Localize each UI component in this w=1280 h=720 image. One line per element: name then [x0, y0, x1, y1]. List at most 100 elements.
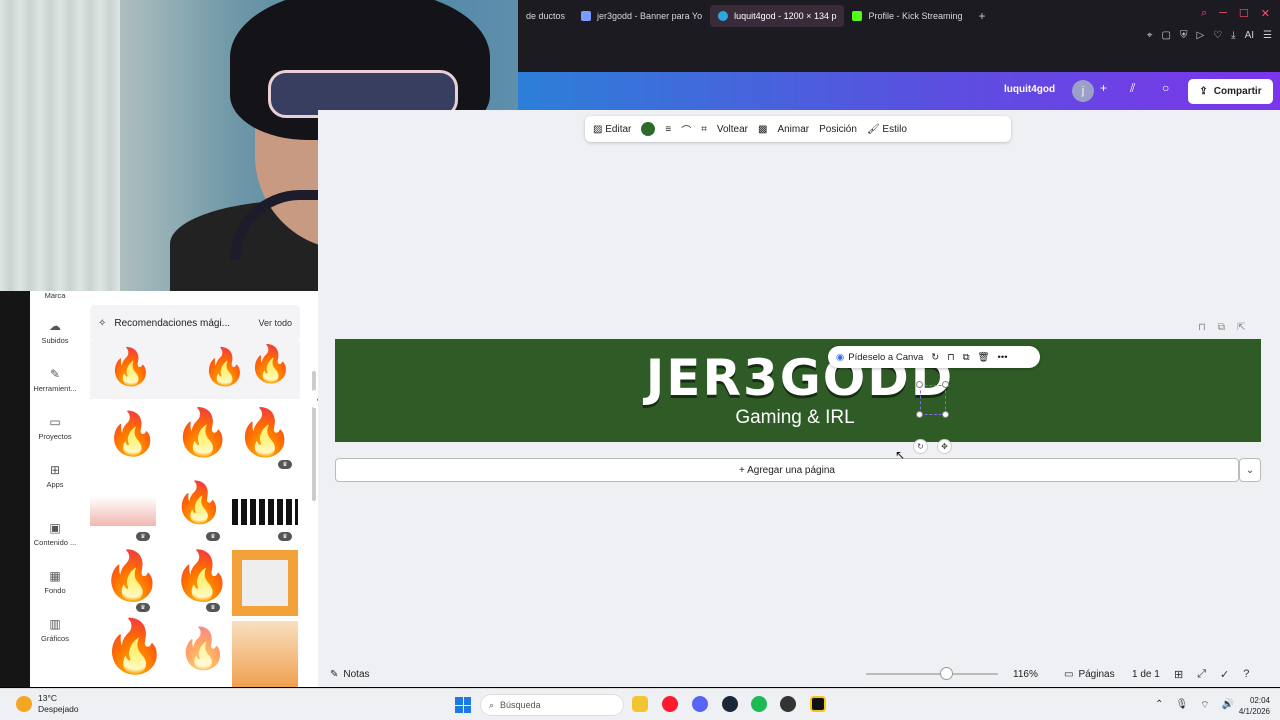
menu-icon[interactable]: ☰ — [1263, 30, 1272, 41]
sidebar-item-background[interactable]: ▦ Fondo — [30, 569, 80, 595]
discord-icon[interactable] — [692, 696, 708, 712]
add-page-button[interactable]: + Agregar una página — [335, 458, 1239, 482]
chevron-down-icon[interactable]: ⌄ — [1239, 458, 1261, 482]
comment-icon[interactable]: ○ — [1162, 81, 1169, 95]
trash-icon[interactable]: 🗑 — [977, 352, 989, 363]
flame-graphic[interactable]: 🔥 — [172, 553, 232, 601]
ask-canva-button[interactable]: ◉ Pídeselo a Canva — [836, 352, 923, 363]
share-button[interactable]: ⇪ Compartir — [1188, 79, 1273, 104]
tab-canva[interactable]: luquit4god - 1200 × 134 p — [710, 5, 845, 27]
tab-banner[interactable]: jer3godd - Banner para Yo — [573, 5, 710, 27]
sidebar-item-brand[interactable]: Marca — [30, 291, 80, 300]
position-button[interactable]: Posición — [819, 124, 857, 135]
black-fire-border-graphic[interactable] — [232, 499, 298, 525]
minimize-icon[interactable]: ─ — [1219, 7, 1227, 20]
duplicate-icon[interactable]: ⧉ — [1218, 322, 1225, 333]
obs-icon[interactable] — [780, 696, 796, 712]
zoom-slider[interactable] — [866, 673, 998, 675]
fire-glow-graphic[interactable] — [232, 621, 298, 687]
sidebar-item-uploads[interactable]: ☁ Subidos — [30, 319, 80, 345]
zoom-slider-knob[interactable] — [940, 667, 953, 680]
weather-widget[interactable]: 13°C Despejado — [16, 693, 79, 715]
shield-icon[interactable]: ⛨ — [1180, 30, 1188, 41]
copy-icon[interactable]: ⧉ — [963, 352, 970, 363]
volume-icon[interactable]: 🔊 — [1222, 699, 1234, 712]
black-flame-graphic[interactable]: 🔥 — [248, 346, 293, 382]
pin-icon[interactable]: ⌖ — [1147, 30, 1153, 41]
wifi-icon[interactable]: ⌔ — [1200, 699, 1209, 712]
sidebar-item-projects[interactable]: ▭ Proyectos — [30, 415, 80, 441]
tab-kick[interactable]: Profile - Kick Streaming — [844, 5, 970, 27]
flame-graphic[interactable]: 🔥 — [174, 409, 231, 455]
app-icon[interactable] — [810, 696, 826, 712]
taskbar-search[interactable]: ⌕ Búsqueda — [480, 694, 624, 716]
windows-start-icon[interactable] — [455, 697, 471, 713]
zoom-level[interactable]: 116% — [1013, 669, 1038, 680]
color-swatch[interactable] — [641, 122, 656, 136]
fire-border-graphic[interactable] — [90, 496, 156, 526]
tab-icon[interactable]: ▢ — [1162, 30, 1171, 41]
resize-handle[interactable] — [916, 411, 923, 418]
refresh-icon[interactable]: ↻ — [931, 352, 939, 363]
steam-icon[interactable] — [722, 696, 738, 712]
flame-graphic[interactable]: 🔥 — [108, 349, 153, 385]
share-page-icon[interactable]: ⇱ — [1237, 322, 1245, 333]
new-tab-button[interactable]: + — [971, 9, 994, 23]
chevron-up-icon[interactable]: ⌃ — [1155, 699, 1163, 712]
spotify-icon[interactable] — [751, 696, 767, 712]
ai-label[interactable]: AI — [1245, 30, 1254, 41]
tab-ductos[interactable]: de ductos — [518, 5, 573, 27]
design-canvas[interactable]: JER3GODD Gaming & IRL — [335, 339, 1261, 442]
selection-box[interactable] — [920, 385, 946, 415]
sidebar-item-tools[interactable]: ✎ Herramient... — [30, 367, 80, 393]
flip-button[interactable]: Voltear — [717, 124, 748, 135]
mic-icon[interactable]: 🎙 — [1175, 699, 1188, 712]
banner-subtitle[interactable]: Gaming & IRL — [695, 407, 895, 429]
clock[interactable]: 02:04 4/1/2026 — [1239, 695, 1270, 717]
campfire-graphic[interactable]: 🔥 — [102, 621, 167, 673]
sidebar-item-apps[interactable]: ⊞ Apps — [30, 463, 80, 489]
fullscreen-icon[interactable]: ⤢ — [1197, 668, 1206, 681]
notes-button[interactable]: ✎ Notas — [330, 669, 370, 680]
file-explorer-icon[interactable] — [632, 696, 648, 712]
sidebar-item-content[interactable]: ▣ Contenido ... — [30, 521, 80, 547]
help-icon[interactable]: ? — [1243, 668, 1249, 681]
heart-icon[interactable]: ♡ — [1213, 30, 1222, 41]
flame-graphic[interactable]: 🔥 — [178, 629, 228, 669]
sidebar-item-graphics[interactable]: ▥ Gráficos — [30, 617, 80, 643]
add-icon[interactable]: + — [1100, 81, 1107, 95]
download-icon[interactable]: ⤓ — [1231, 30, 1235, 41]
flame-graphic[interactable]: 🔥 — [102, 553, 162, 601]
maximize-icon[interactable]: ☐ — [1239, 7, 1249, 20]
check-icon[interactable]: ✓ — [1220, 668, 1229, 681]
flame-graphic[interactable]: 🔥 — [106, 413, 158, 455]
lock-icon[interactable]: ⊓ — [1198, 322, 1206, 333]
flame-graphic[interactable]: 🔥 — [174, 483, 224, 523]
close-icon[interactable]: ✕ — [1261, 7, 1270, 20]
opera-icon[interactable] — [662, 696, 678, 712]
fire-frame-graphic[interactable] — [232, 550, 298, 616]
crop-icon[interactable]: ⌗ — [701, 124, 707, 135]
lock-icon[interactable]: ⊓ — [947, 352, 954, 363]
pages-button[interactable]: ▭ Páginas — [1064, 669, 1115, 680]
resize-handle[interactable] — [916, 381, 923, 388]
analytics-icon[interactable]: ⫽ — [1130, 81, 1135, 96]
corner-icon[interactable]: ⌒ — [681, 122, 691, 137]
resize-handle[interactable] — [942, 411, 949, 418]
search-icon[interactable]: ⌕ — [1201, 7, 1207, 20]
avatar[interactable]: j — [1072, 80, 1094, 102]
see-all-link[interactable]: Ver todo — [258, 318, 292, 328]
flame-graphic[interactable]: 🔥 — [202, 349, 247, 385]
more-icon[interactable]: ••• — [998, 352, 1008, 363]
move-handle[interactable]: ✥ — [937, 439, 952, 454]
border-style-icon[interactable]: ≡ — [665, 124, 671, 135]
grid-view-icon[interactable]: ⊞ — [1174, 668, 1183, 681]
resize-handle[interactable] — [942, 381, 949, 388]
edit-button[interactable]: ▨ Editar — [593, 124, 631, 135]
flame-graphic[interactable]: 🔥 — [236, 409, 293, 455]
play-icon[interactable]: ▷ — [1196, 30, 1204, 41]
animate-button[interactable]: Animar — [777, 124, 809, 135]
transparency-icon[interactable]: ▩ — [758, 124, 767, 135]
rotate-handle[interactable]: ↻ — [913, 439, 928, 454]
style-button[interactable]: 🖌 Estilo — [867, 124, 907, 135]
